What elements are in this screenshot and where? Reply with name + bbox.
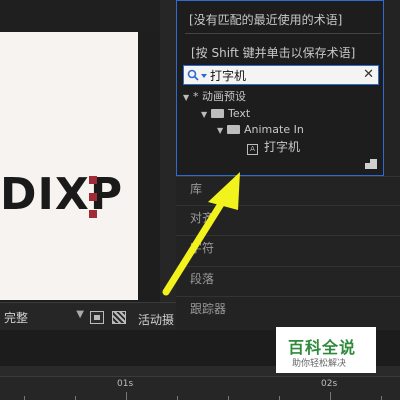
region-of-interest-button[interactable] xyxy=(90,311,104,324)
composition-canvas[interactable]: DIXP xyxy=(0,32,138,300)
tree-item-label: Animate In xyxy=(244,123,304,136)
tick-mark xyxy=(228,396,229,400)
watermark-title: 百科全说 xyxy=(288,338,357,357)
tick-mark xyxy=(381,396,382,400)
panel-tab-character[interactable]: 字符 xyxy=(176,235,400,260)
clear-search-button[interactable]: ✕ xyxy=(363,67,374,82)
composition-text-layer[interactable]: DIXP xyxy=(0,173,123,217)
composition-viewer: DIXP xyxy=(0,0,176,302)
text-layer-handle[interactable] xyxy=(89,193,97,201)
expand-triangle-icon[interactable]: ▼ xyxy=(201,107,211,123)
effects-presets-panel: [没有匹配的最近使用的术语] [按 Shift 键并单击以保存术语] ✕ ▼* … xyxy=(176,0,400,330)
panel-tab-paragraph[interactable]: 段落 xyxy=(176,266,400,291)
search-dropdown: [没有匹配的最近使用的术语] [按 Shift 键并单击以保存术语] ✕ ▼* … xyxy=(176,0,384,176)
tick-mark xyxy=(177,396,178,400)
tree-item-label: * 动画预设 xyxy=(193,90,246,103)
tick-mark xyxy=(24,396,25,400)
preset-icon: A xyxy=(247,144,258,155)
resolution-value: 完整 xyxy=(4,311,29,325)
resolution-select[interactable]: 完整 ▼ xyxy=(4,309,84,327)
viewer-toolbar: 完整 ▼ 活动摄 xyxy=(0,302,176,330)
tick-mark xyxy=(126,392,127,400)
search-icon[interactable] xyxy=(187,69,209,82)
folder-icon xyxy=(211,109,224,118)
tick-mark xyxy=(330,392,331,400)
watermark-logo: 百科全说 助你轻松解决 xyxy=(276,327,376,373)
divider xyxy=(185,33,381,34)
tick-label: 02s xyxy=(321,379,338,389)
active-camera-select[interactable]: 活动摄 xyxy=(138,311,174,328)
time-ruler[interactable]: 01s 02s xyxy=(0,376,400,400)
panel-tab-align[interactable]: 对齐 xyxy=(176,205,400,230)
tick-mark xyxy=(279,396,280,400)
expand-triangle-icon[interactable]: ▼ xyxy=(183,90,193,106)
search-input[interactable] xyxy=(210,67,360,83)
panel-tab-tracker[interactable]: 跟踪器 xyxy=(176,296,400,321)
tree-item-animate-in[interactable]: ▼ Animate In xyxy=(217,122,304,138)
expand-triangle-icon[interactable]: ▼ xyxy=(217,123,227,139)
search-field[interactable]: ✕ xyxy=(183,65,379,85)
folder-icon xyxy=(227,125,240,134)
tree-item-label: 打字机 xyxy=(264,140,301,154)
tree-item-animation-presets[interactable]: ▼ * 动画预设 xyxy=(183,89,246,105)
new-preset-icon[interactable] xyxy=(365,159,377,169)
tick-label: 01s xyxy=(117,379,134,389)
tick-mark xyxy=(75,396,76,400)
transparency-grid-button[interactable] xyxy=(112,311,126,324)
viewer-scrollbar[interactable] xyxy=(160,0,176,302)
text-layer-handle[interactable] xyxy=(89,176,97,184)
save-term-hint: [按 Shift 键并单击以保存术语] xyxy=(191,46,356,60)
no-recent-terms-message: [没有匹配的最近使用的术语] xyxy=(189,13,343,27)
tree-item-typewriter-preset[interactable]: A 打字机 xyxy=(247,139,300,155)
panel-tab-library[interactable]: 库 xyxy=(176,176,400,201)
viewer-top-strip xyxy=(0,0,176,32)
text-layer-handle[interactable] xyxy=(89,210,97,218)
chevron-down-icon: ▼ xyxy=(76,309,84,320)
tree-item-label: Text xyxy=(228,107,251,120)
watermark-subtitle: 助你轻松解决 xyxy=(292,359,347,369)
tree-item-text[interactable]: ▼ Text xyxy=(201,106,250,122)
